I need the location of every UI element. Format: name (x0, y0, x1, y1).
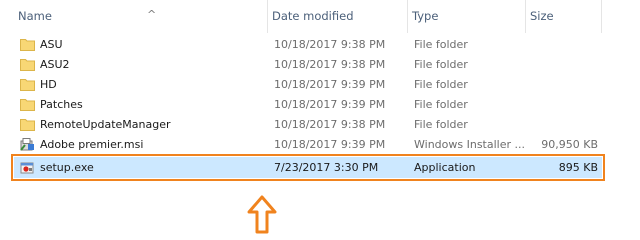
file-type: Application (414, 161, 476, 174)
file-name: Patches (40, 98, 83, 111)
column-date-label: Date modified (272, 9, 354, 23)
column-size-header[interactable]: Size (526, 0, 602, 33)
file-row-asu[interactable]: ASU 10/18/2017 9:38 PM File folder (14, 34, 602, 55)
column-size-label: Size (530, 9, 554, 23)
file-size (530, 74, 598, 95)
file-row-asu2[interactable]: ASU2 10/18/2017 9:38 PM File folder (14, 54, 602, 75)
file-row-hd[interactable]: HD 10/18/2017 9:39 PM File folder (14, 74, 602, 95)
folder-icon (20, 79, 35, 91)
file-size (530, 34, 598, 55)
file-row-setup-exe[interactable]: setup.exe 7/23/2017 3:30 PM Application … (11, 154, 605, 181)
file-name: setup.exe (40, 161, 94, 174)
file-name: ASU2 (40, 58, 70, 71)
folder-icon (20, 119, 35, 131)
file-date: 7/23/2017 3:30 PM (274, 161, 379, 174)
setup-exe-icon (20, 162, 34, 174)
msi-installer-icon (20, 138, 34, 151)
file-size (530, 114, 598, 135)
file-size: 90,950 KB (541, 138, 598, 151)
column-type-header[interactable]: Type (408, 0, 526, 33)
file-date: 10/18/2017 9:38 PM (274, 58, 386, 71)
file-date: 10/18/2017 9:38 PM (274, 118, 386, 131)
folder-icon (20, 99, 35, 111)
file-row-remoteupdatemanager[interactable]: RemoteUpdateManager 10/18/2017 9:38 PM F… (14, 114, 602, 135)
file-row-adobe-premier-msi[interactable]: Adobe premier.msi 10/18/2017 9:39 PM Win… (14, 134, 602, 155)
sort-ascending-icon: ^ (147, 8, 157, 21)
file-type: File folder (414, 118, 468, 131)
column-type-label: Type (412, 9, 439, 23)
file-date: 10/18/2017 9:39 PM (274, 78, 386, 91)
file-size (530, 94, 598, 115)
file-name: ASU (40, 38, 63, 51)
column-name-header[interactable]: Name ^ (14, 0, 268, 33)
file-name: RemoteUpdateManager (40, 118, 171, 131)
file-size: 895 KB (558, 161, 598, 174)
file-date: 10/18/2017 9:38 PM (274, 38, 386, 51)
folder-icon (20, 39, 35, 51)
file-size (530, 54, 598, 75)
up-arrow-icon (247, 195, 277, 234)
column-name-label: Name (18, 9, 52, 23)
file-type: File folder (414, 78, 468, 91)
folder-icon (20, 59, 35, 71)
column-header: Name ^ Date modified Type Size (0, 0, 640, 33)
file-type: File folder (414, 58, 468, 71)
file-date: 10/18/2017 9:39 PM (274, 98, 386, 111)
column-date-header[interactable]: Date modified (268, 0, 408, 33)
file-date: 10/18/2017 9:39 PM (274, 138, 386, 151)
file-type: Windows Installer ... (414, 138, 525, 151)
file-name: Adobe premier.msi (40, 138, 144, 151)
file-type: File folder (414, 38, 468, 51)
file-name: HD (40, 78, 57, 91)
file-row-patches[interactable]: Patches 10/18/2017 9:39 PM File folder (14, 94, 602, 115)
file-type: File folder (414, 98, 468, 111)
